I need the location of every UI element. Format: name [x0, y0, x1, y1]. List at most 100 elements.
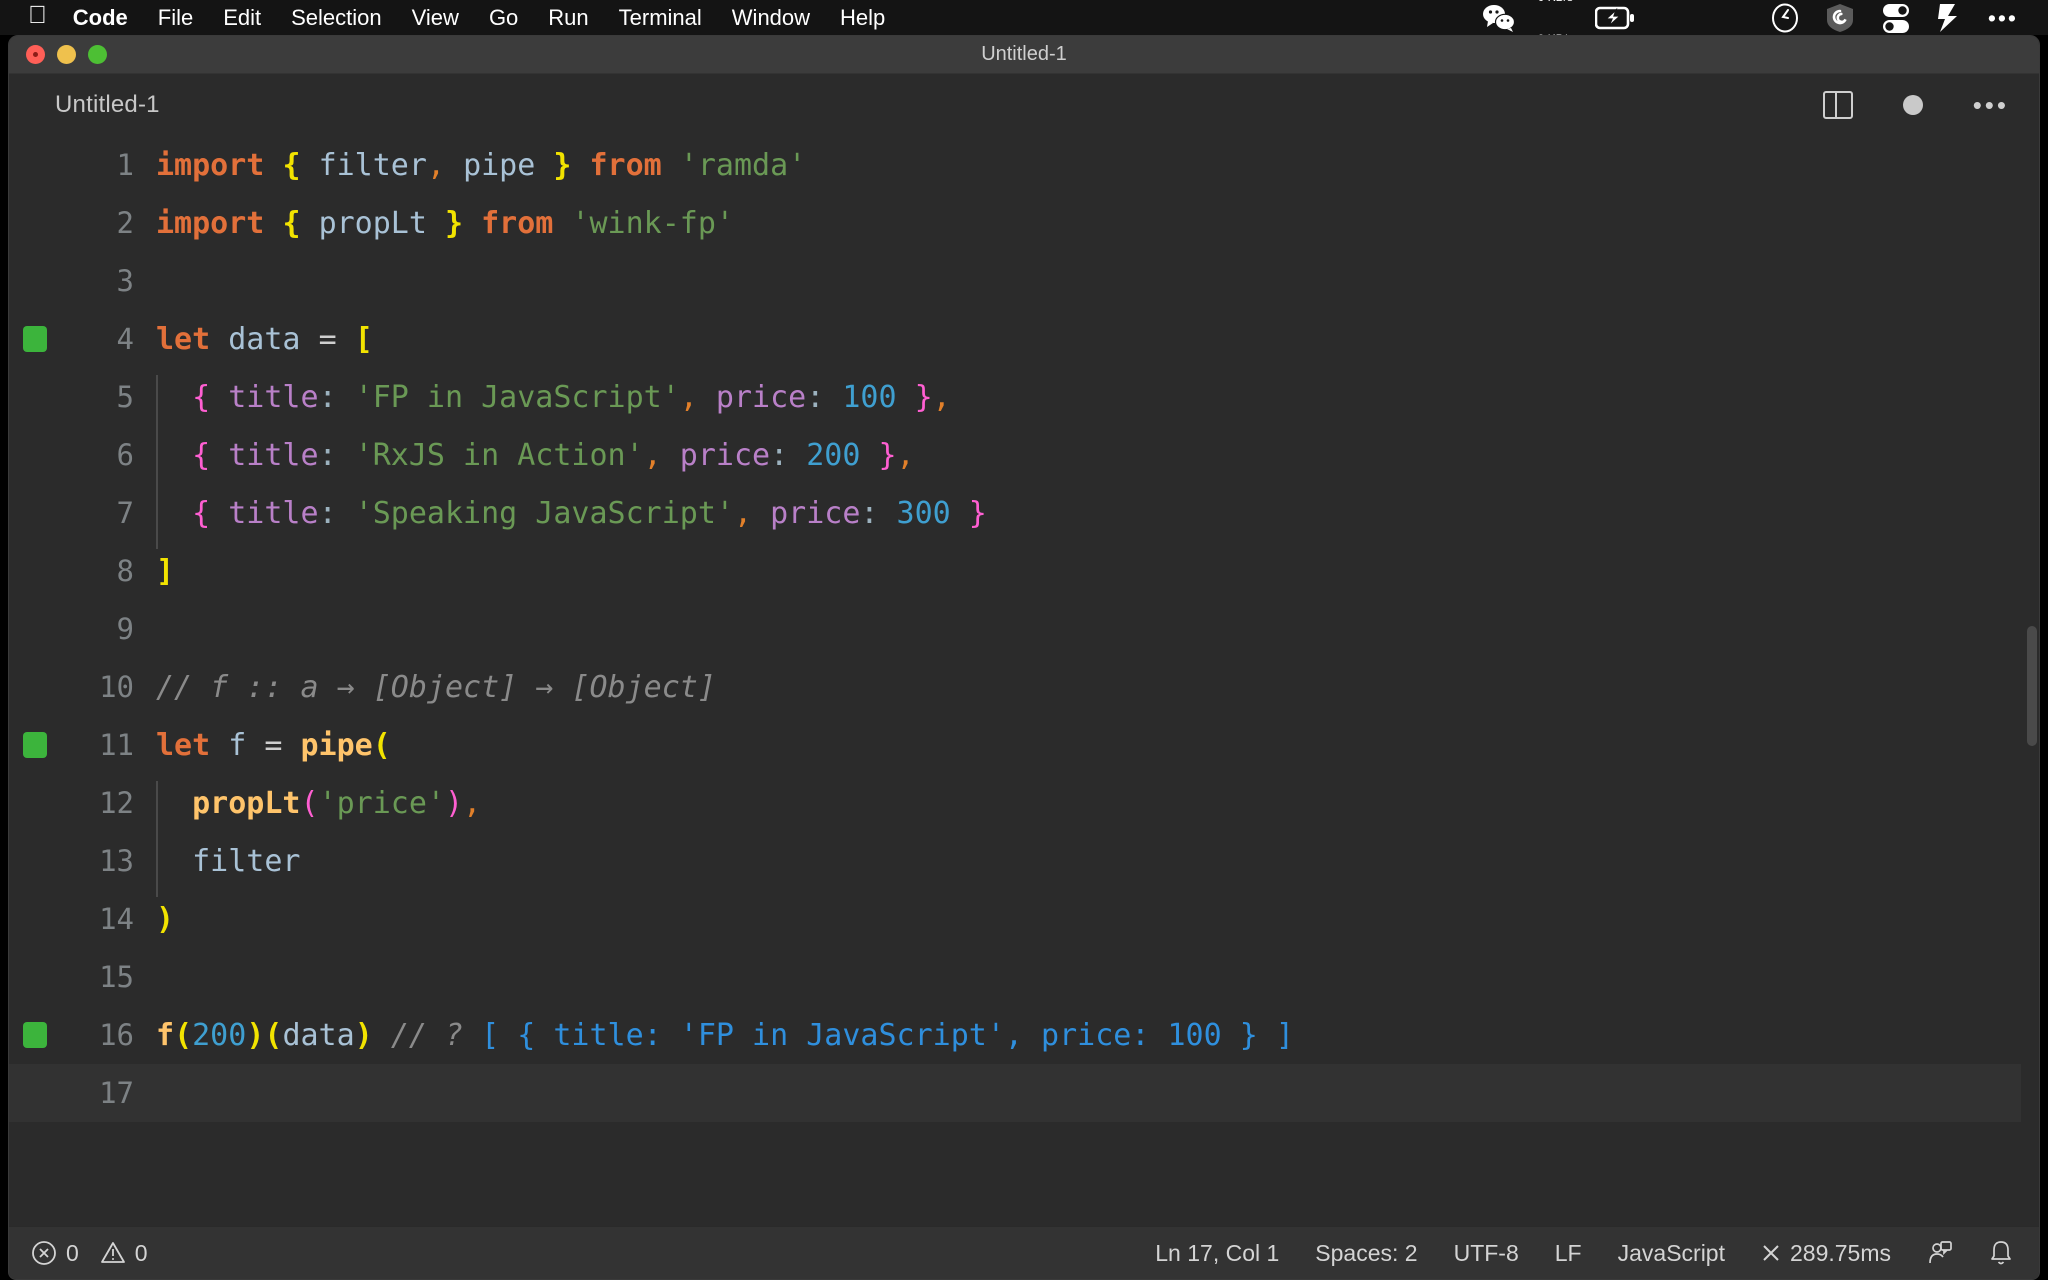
- flag-icon[interactable]: [1937, 3, 1961, 33]
- status-errors[interactable]: 0 0: [31, 1240, 148, 1267]
- more-dots-icon[interactable]: •••: [1988, 6, 2018, 29]
- close-window-button[interactable]: [26, 45, 45, 64]
- code-line-5[interactable]: 5 { title: 'FP in JavaScript', price: 10…: [9, 368, 2039, 433]
- menu-item-file[interactable]: File: [158, 5, 193, 31]
- code-line-14[interactable]: 14): [9, 890, 2039, 948]
- code-token: propLt: [318, 205, 427, 241]
- tab-untitled-1[interactable]: Untitled-1: [55, 91, 160, 119]
- menu-item-view[interactable]: View: [412, 5, 459, 31]
- status-language-mode[interactable]: JavaScript: [1618, 1240, 1725, 1267]
- gutter-marker-icon[interactable]: [23, 326, 47, 352]
- code-token: f: [156, 1017, 175, 1053]
- code-line-text: { title: 'FP in JavaScript', price: 100 …: [156, 374, 951, 433]
- status-eol[interactable]: LF: [1555, 1240, 1582, 1267]
- code-line-9[interactable]: 9: [9, 600, 2039, 658]
- code-token: let: [156, 321, 211, 357]
- status-cursor-position[interactable]: Ln 17, Col 1: [1155, 1240, 1279, 1267]
- scrollbar-thumb[interactable]: [2027, 626, 2037, 746]
- code-line-16[interactable]: 16 f(200)(data) // ? [ { title: 'FP in Ja…: [9, 1006, 2039, 1064]
- more-actions-icon[interactable]: •••: [1973, 92, 2009, 118]
- code-line-17[interactable]: 17: [9, 1064, 2039, 1122]
- menu-item-edit[interactable]: Edit: [223, 5, 261, 31]
- menu-item-window[interactable]: Window: [732, 5, 810, 31]
- code-line-7[interactable]: 7 { title: 'Speaking JavaScript', price:…: [9, 484, 2039, 549]
- code-token: ,: [932, 379, 951, 415]
- code-line-10[interactable]: 10 // f :: a → [Object] → [Object]: [9, 658, 2039, 716]
- code-token: propLt: [192, 785, 301, 821]
- close-x-icon: [1761, 1243, 1781, 1263]
- gutter-marker-icon[interactable]: [23, 1022, 47, 1048]
- code-token: filter: [318, 147, 427, 183]
- unsaved-dot-icon[interactable]: [1902, 95, 1923, 115]
- code-line-6[interactable]: 6 { title: 'RxJS in Action', price: 200 …: [9, 426, 2039, 491]
- code-token: [: [354, 321, 373, 357]
- code-token: {: [192, 379, 211, 415]
- minimize-window-button[interactable]: [57, 45, 76, 64]
- code-token: ,: [463, 785, 482, 821]
- code-line-4[interactable]: 4 let data = [: [9, 310, 2039, 368]
- bell-icon[interactable]: [1989, 1240, 2013, 1266]
- line-number: 2: [116, 206, 134, 240]
- code-line-1[interactable]: 1 import { filter, pipe } from 'ramda': [9, 136, 2039, 194]
- menu-item-selection[interactable]: Selection: [291, 5, 382, 31]
- code-line-11[interactable]: 11 let f = pipe(: [9, 716, 2039, 774]
- code-token: filter: [192, 843, 301, 879]
- code-line-3[interactable]: 3: [9, 252, 2039, 310]
- code-token: ]: [156, 553, 175, 589]
- error-count: 0: [66, 1239, 79, 1266]
- code-line-2[interactable]: 2 import { propLt } from 'wink-fp': [9, 194, 2039, 252]
- apple-logo-icon[interactable]: : [28, 3, 47, 28]
- code-token: =: [264, 727, 283, 763]
- code-token: {: [192, 437, 211, 473]
- code-line-15[interactable]: 15: [9, 948, 2039, 1006]
- code-token: data: [228, 321, 301, 357]
- menu-item-help[interactable]: Help: [840, 5, 885, 31]
- status-encoding[interactable]: UTF-8: [1454, 1240, 1519, 1267]
- menu-item-go[interactable]: Go: [489, 5, 518, 31]
- code-token: }: [968, 495, 987, 531]
- code-token: price: [715, 379, 807, 415]
- line-number: 7: [116, 496, 134, 530]
- code-token: :: [806, 379, 825, 415]
- error-circle-icon: [31, 1240, 57, 1266]
- battery-charging-icon[interactable]: [1594, 5, 1635, 31]
- code-token: title: [228, 437, 319, 473]
- shield-swirl-icon[interactable]: [1825, 3, 1855, 33]
- maximize-window-button[interactable]: [88, 45, 107, 64]
- wechat-icon[interactable]: [1482, 4, 1516, 32]
- code-token: }: [878, 437, 897, 473]
- code-line-12[interactable]: 12 propLt('price'),: [9, 774, 2039, 839]
- feedback-person-icon[interactable]: [1927, 1240, 1953, 1266]
- code-line-13[interactable]: 13 filter: [9, 832, 2039, 897]
- gutter-marker-icon[interactable]: [23, 732, 47, 758]
- code-line-8[interactable]: 8]: [9, 542, 2039, 600]
- status-quokka-timing[interactable]: 289.75ms: [1761, 1240, 1891, 1267]
- menu-item-code[interactable]: Code: [73, 5, 128, 31]
- menu-item-run[interactable]: Run: [548, 5, 588, 31]
- toggles-icon[interactable]: [1881, 2, 1911, 34]
- code-token: ,: [426, 147, 445, 183]
- code-token: :: [318, 379, 337, 415]
- split-editor-icon[interactable]: [1822, 91, 1853, 119]
- line-number: 12: [99, 786, 134, 820]
- code-token: ,: [733, 495, 753, 531]
- editor-scrollbar[interactable]: [2021, 136, 2039, 1206]
- clock-circle-icon[interactable]: [1771, 3, 1799, 33]
- code-token: pipe: [300, 727, 373, 763]
- code-token: {: [192, 495, 211, 531]
- menu-item-terminal[interactable]: Terminal: [619, 5, 702, 31]
- status-indentation[interactable]: Spaces: 2: [1315, 1240, 1417, 1267]
- status-bar: 0 0 Ln 17, Col 1 Spaces: 2 UTF-8 LF Java…: [9, 1226, 2039, 1279]
- code-editor[interactable]: 1 import { filter, pipe } from 'ramda' 2 im…: [9, 136, 2039, 1206]
